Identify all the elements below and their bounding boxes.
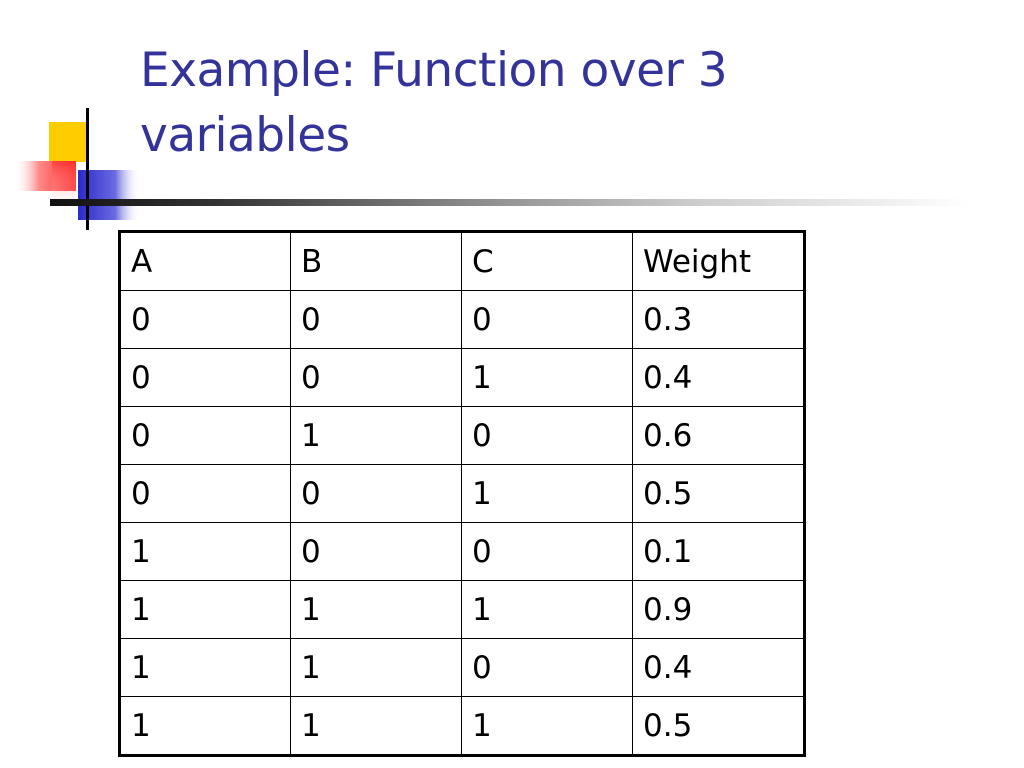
table-row: 0 0 0 0.3	[119, 290, 805, 349]
cell-weight: 0.1	[632, 522, 805, 581]
column-header-b: B	[290, 231, 462, 291]
cell-b: 1	[290, 406, 462, 465]
cell-weight: 0.6	[632, 406, 805, 465]
slide-title: Example: Function over 3 variables	[140, 38, 960, 168]
slide-title-line-1: Example: Function over 3	[140, 43, 728, 98]
cell-weight: 0.3	[632, 290, 805, 349]
table-row: 0 0 1 0.5	[119, 464, 805, 523]
cell-a: 1	[119, 522, 291, 581]
column-header-c: C	[461, 231, 633, 291]
cell-c: 0	[461, 522, 633, 581]
cell-c: 1	[461, 348, 633, 407]
decorative-squares-logo-icon	[14, 108, 142, 230]
cell-a: 0	[119, 290, 291, 349]
slide: Example: Function over 3 variables A B C…	[0, 0, 1024, 768]
cell-b: 0	[290, 290, 462, 349]
cell-c: 0	[461, 406, 633, 465]
cell-c: 1	[461, 464, 633, 523]
cell-c: 0	[461, 638, 633, 697]
table-row: 1 0 0 0.1	[119, 522, 805, 581]
table-header-row: A B C Weight	[119, 231, 805, 291]
cell-a: 0	[119, 348, 291, 407]
cell-b: 1	[290, 638, 462, 697]
table-row: 0 0 1 0.4	[119, 348, 805, 407]
table-row: 1 1 1 0.9	[119, 580, 805, 639]
cell-c: 0	[461, 290, 633, 349]
cell-weight: 0.4	[632, 638, 805, 697]
table-row: 0 1 0 0.6	[119, 406, 805, 465]
truth-table: A B C Weight 0 0 0 0.3 0 0 1 0.4 0 1 0 0…	[118, 230, 806, 757]
cell-b: 0	[290, 522, 462, 581]
cell-c: 1	[461, 696, 633, 756]
column-header-a: A	[119, 231, 291, 291]
cell-weight: 0.5	[632, 696, 805, 756]
table-row: 1 1 0 0.4	[119, 638, 805, 697]
cell-a: 1	[119, 638, 291, 697]
cell-a: 0	[119, 464, 291, 523]
cell-a: 1	[119, 580, 291, 639]
cell-b: 1	[290, 580, 462, 639]
cell-weight: 0.4	[632, 348, 805, 407]
title-underline-rule	[50, 199, 970, 206]
slide-title-line-2: variables	[140, 108, 350, 163]
cell-b: 0	[290, 348, 462, 407]
cell-b: 1	[290, 696, 462, 756]
cell-weight: 0.9	[632, 580, 805, 639]
cell-a: 1	[119, 696, 291, 756]
cell-b: 0	[290, 464, 462, 523]
table-row: 1 1 1 0.5	[119, 696, 805, 756]
column-header-weight: Weight	[632, 231, 805, 291]
cell-a: 0	[119, 406, 291, 465]
cell-c: 1	[461, 580, 633, 639]
cell-weight: 0.5	[632, 464, 805, 523]
